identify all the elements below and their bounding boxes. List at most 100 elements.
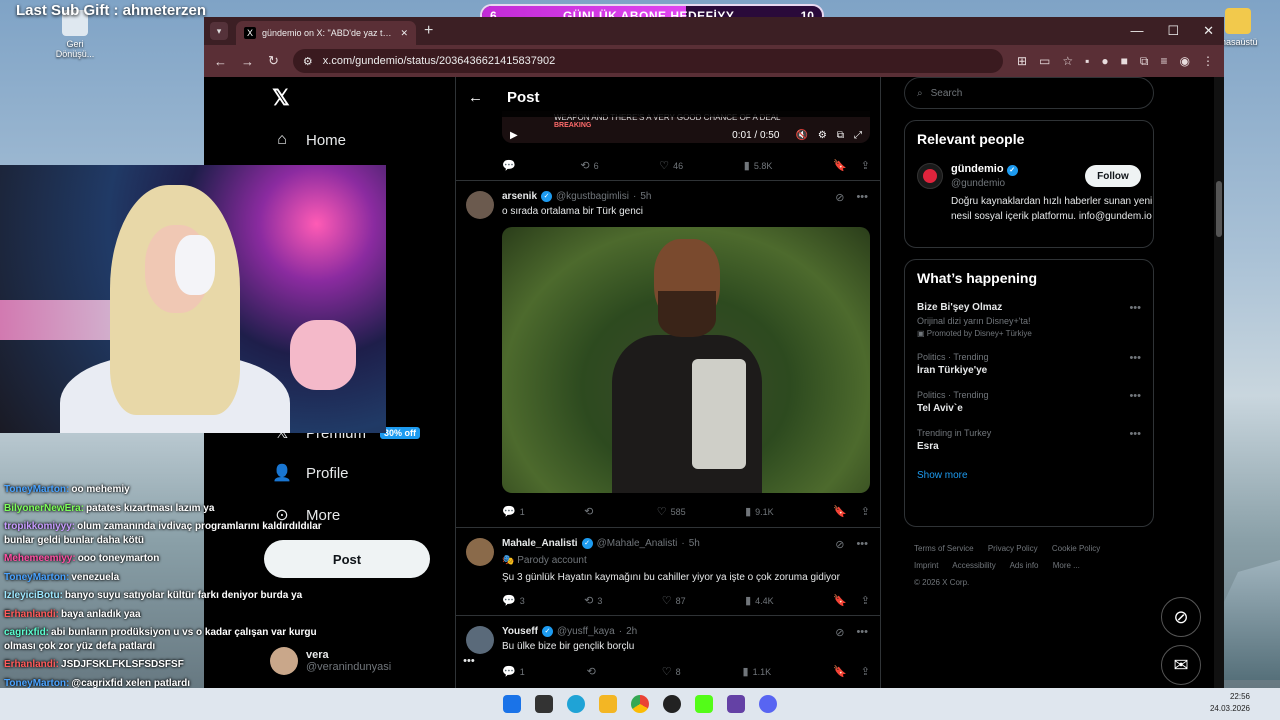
share-icon[interactable]: ⇪	[861, 665, 870, 678]
tweet-time[interactable]: 5h	[640, 191, 651, 202]
reply-action[interactable]: 💬 1	[502, 665, 525, 678]
tweet-avatar[interactable]	[466, 538, 494, 566]
extension-icon[interactable]: ▪	[1085, 54, 1089, 69]
tweet-handle[interactable]: @kgustbagimlisi	[556, 191, 629, 202]
tweet-author-name[interactable]: Youseff	[502, 626, 538, 637]
grok-icon[interactable]: ⊘	[835, 538, 844, 551]
trend-more-icon[interactable]: •••	[1129, 352, 1141, 364]
browser-tab[interactable]: X gündemio on X: "ABD'de yaz tatili ✕	[236, 21, 416, 45]
bookmark-icon[interactable]: 🔖	[833, 505, 847, 518]
reply-tweet-1[interactable]: arsenik ✓ @kgustbagimlisi · 5h ⊘ ••• o sı…	[456, 180, 880, 527]
views-action[interactable]: ▮ 5.8K	[744, 159, 773, 172]
page-scrollbar[interactable]	[1214, 77, 1224, 688]
close-window-icon[interactable]: ✕	[1203, 23, 1214, 39]
back-arrow-icon[interactable]: ←	[468, 89, 483, 106]
gundemio-avatar[interactable]	[917, 163, 943, 189]
follow-button[interactable]: Follow	[1085, 165, 1141, 187]
trend-more-icon[interactable]: •••	[1129, 302, 1141, 314]
obs-icon[interactable]	[663, 695, 681, 713]
nav-profile[interactable]: 👤 Profile	[272, 463, 349, 483]
kick-icon[interactable]	[695, 695, 713, 713]
footer-ads-info[interactable]: Ads info	[1010, 561, 1039, 570]
fullscreen-icon[interactable]: ⤢	[854, 130, 862, 141]
pip-icon[interactable]: ⧉	[837, 130, 844, 141]
repost-action[interactable]: ⟲ 6	[580, 159, 598, 172]
like-action[interactable]: ♡ 585	[657, 505, 686, 518]
tab-close-icon[interactable]: ✕	[400, 28, 408, 39]
mute-icon[interactable]: 🔇	[795, 130, 807, 141]
reply-tweet-3[interactable]: Youseff ✓ @yusff_kaya · 2h ⊘ ••• Bu ülke …	[456, 615, 880, 688]
footer-more[interactable]: More ...	[1053, 561, 1080, 570]
back-icon[interactable]: ←	[214, 54, 227, 69]
edge-icon[interactable]	[567, 695, 585, 713]
bookmark-icon[interactable]: 🔖	[833, 594, 847, 607]
relevant-person-handle[interactable]: @gundemio	[951, 178, 1005, 189]
trend-item[interactable]: Trending in Turkey Esra •••	[917, 428, 1141, 452]
tweet-avatar[interactable]	[466, 191, 494, 219]
reply-action[interactable]: 💬 3	[502, 594, 525, 607]
tab-search-icon[interactable]: ▾	[210, 22, 228, 40]
relevant-person[interactable]: gündemio ✓ @gundemio Follow Doğru kaynak…	[917, 163, 1152, 245]
search-box[interactable]: ⌕ Search	[904, 77, 1154, 109]
discord-icon[interactable]	[759, 695, 777, 713]
reload-icon[interactable]: ↻	[268, 53, 279, 69]
grok-icon[interactable]: ⊘	[835, 626, 844, 639]
share-icon[interactable]: ⇪	[861, 594, 870, 607]
share-icon[interactable]: ⇪	[861, 159, 870, 172]
like-action[interactable]: ♡ 8	[662, 665, 681, 678]
extension-icon-3[interactable]: ■	[1121, 54, 1128, 69]
trend-item[interactable]: Politics · Trending Tel Aviv`e •••	[917, 390, 1141, 414]
trend-more-icon[interactable]: •••	[1129, 390, 1141, 402]
footer-accessibility[interactable]: Accessibility	[952, 561, 996, 570]
trend-item[interactable]: Politics · Trending İran Türkiye'ye •••	[917, 352, 1141, 376]
tweet-image[interactable]	[502, 227, 870, 493]
system-clock[interactable]: 22:56 24.03.2026	[1210, 691, 1250, 715]
relevant-person-name[interactable]: gündemio ✓	[951, 163, 1018, 176]
tweet-author-name[interactable]: arsenik	[502, 191, 537, 202]
tweet-more-icon[interactable]: •••	[856, 538, 868, 551]
reply-action[interactable]: 💬	[502, 159, 520, 172]
views-action[interactable]: ▮ 4.4K	[745, 594, 774, 607]
new-tab-icon[interactable]: +	[424, 22, 433, 40]
trend-more-icon[interactable]: •••	[1129, 428, 1141, 440]
maximize-icon[interactable]: ☐	[1167, 23, 1179, 39]
reply-tweet-2[interactable]: Mahale_Analisti ✓ @Mahale_Analisti · 5h …	[456, 527, 880, 615]
bookmark-star-icon[interactable]: ☆	[1062, 54, 1073, 69]
minimize-icon[interactable]: —	[1130, 23, 1143, 39]
cast-icon[interactable]: ▭	[1039, 54, 1050, 69]
trend-item-promoted[interactable]: Bize Bi'şey Olmaz Orijinal dizi yarın Di…	[917, 302, 1141, 338]
bookmark-icon[interactable]: 🔖	[833, 159, 847, 172]
chrome-icon[interactable]	[631, 695, 649, 713]
browser-menu-icon[interactable]: ⋮	[1202, 54, 1214, 69]
views-action[interactable]: ▮ 9.1K	[745, 505, 774, 518]
tweet-time[interactable]: 2h	[626, 626, 637, 637]
tweet-author-name[interactable]: Mahale_Analisti	[502, 538, 578, 549]
tweet-handle[interactable]: @yusff_kaya	[557, 626, 615, 637]
play-icon[interactable]: ▶	[510, 130, 518, 141]
grok-icon[interactable]: ⊘	[835, 191, 844, 204]
url-field[interactable]: ⚙ x.com/gundemio/status/2036436621415837…	[292, 49, 1003, 73]
scrollbar-thumb[interactable]	[1216, 181, 1222, 237]
views-action[interactable]: ▮ 1.1K	[743, 665, 772, 678]
settings-icon[interactable]: ⚙	[818, 130, 827, 141]
grok-fab-icon[interactable]: ⊘	[1161, 597, 1201, 637]
task-view-icon[interactable]	[535, 695, 553, 713]
tweet-avatar[interactable]	[466, 626, 494, 654]
repost-action[interactable]: ⟲	[584, 505, 597, 518]
tweet-handle[interactable]: @Mahale_Analisti	[597, 538, 678, 549]
translate-icon[interactable]: ⊞	[1017, 54, 1027, 69]
x-logo-icon[interactable]: 𝕏	[272, 85, 290, 111]
tweet-more-icon[interactable]: •••	[856, 626, 868, 639]
extension-icon-2[interactable]: ●	[1101, 54, 1108, 69]
reply-action[interactable]: 💬 1	[502, 505, 525, 518]
bookmark-icon[interactable]: 🔖	[833, 665, 847, 678]
tweet-more-icon[interactable]: •••	[856, 191, 868, 204]
show-more-link[interactable]: Show more	[917, 470, 1141, 481]
forward-icon[interactable]: →	[241, 54, 254, 69]
like-action[interactable]: ♡ 46	[659, 159, 683, 172]
footer-cookie[interactable]: Cookie Policy	[1052, 544, 1100, 553]
start-button-icon[interactable]	[503, 695, 521, 713]
like-action[interactable]: ♡ 87	[662, 594, 686, 607]
tweet-time[interactable]: 5h	[689, 538, 700, 549]
messages-fab-icon[interactable]: ✉	[1161, 645, 1201, 685]
